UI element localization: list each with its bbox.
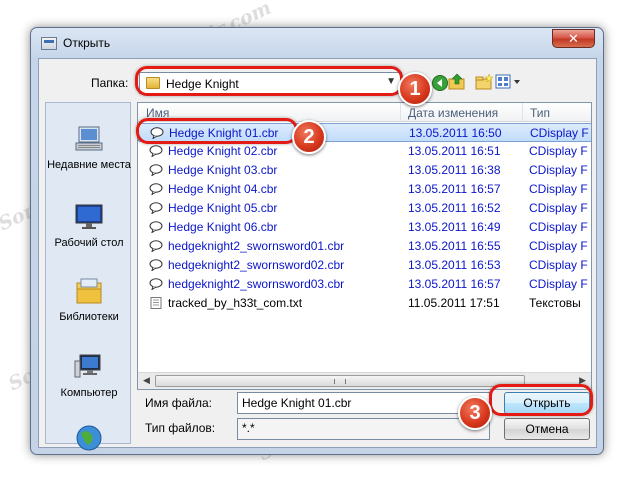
- dialog-title: Открыть: [63, 36, 111, 50]
- back-icon[interactable]: [431, 74, 449, 92]
- file-row[interactable]: hedgeknight2_swornsword03.cbr 13.05.2011 …: [138, 275, 591, 294]
- scroll-left-icon[interactable]: ◀: [143, 375, 150, 386]
- callout-badge-3: 3: [458, 396, 492, 430]
- file-date: 13.05.2011 16:49: [408, 220, 501, 234]
- filetype-value: *.*: [242, 421, 255, 435]
- callout-badge-2: 2: [292, 120, 326, 154]
- file-date: 13.05.2011 16:51: [408, 144, 501, 158]
- scrollbar-thumb[interactable]: [155, 375, 525, 387]
- file-date: 13.05.2011 16:50: [409, 126, 502, 140]
- column-header-date[interactable]: Дата изменения: [408, 106, 498, 120]
- new-folder-icon[interactable]: [475, 73, 493, 91]
- file-row[interactable]: tracked_by_h33t_com.txt 11.05.2011 17:51 Т…: [138, 294, 591, 313]
- places-bar: Недавние места Рабочий стол Библиотеки К…: [45, 102, 132, 451]
- callout-badge-1: 1: [398, 72, 432, 106]
- file-name: tracked_by_h33t_com.txt: [168, 296, 303, 310]
- folder-label: Папка:: [91, 76, 129, 90]
- network-icon: [76, 425, 102, 451]
- place-network[interactable]: [46, 423, 132, 458]
- comic-file-icon: [149, 183, 163, 195]
- view-menu-icon[interactable]: [495, 73, 523, 91]
- file-type: CDisplay F: [529, 220, 588, 234]
- comic-file-icon: [149, 259, 163, 271]
- place-label: Компьютер: [60, 387, 118, 399]
- close-button[interactable]: ✕: [552, 29, 595, 48]
- file-row[interactable]: Hedge Knight 03.cbr 13.05.2011 16:38 CDisp…: [138, 161, 591, 180]
- file-name: Hedge Knight 03.cbr: [168, 163, 278, 177]
- comic-file-icon: [149, 240, 163, 252]
- comic-file-icon: [149, 164, 163, 176]
- comic-file-icon: [149, 221, 163, 233]
- place-label: Недавние места: [47, 159, 131, 171]
- file-date: 13.05.2011 16:55: [408, 239, 501, 253]
- libraries-icon: [76, 278, 102, 304]
- place-desktop[interactable]: Рабочий стол: [46, 201, 132, 250]
- file-type: CDisplay F: [529, 144, 588, 158]
- title-bar[interactable]: Открыть ✕: [31, 28, 603, 58]
- file-type: CDisplay F: [530, 126, 589, 140]
- file-name: Hedge Knight 06.cbr: [168, 220, 278, 234]
- desktop-icon: [75, 204, 103, 229]
- file-row[interactable]: hedgeknight2_swornsword01.cbr 13.05.2011 …: [138, 237, 591, 256]
- filetype-label: Тип файлов:: [145, 421, 216, 435]
- file-type: CDisplay F: [529, 163, 588, 177]
- file-name: hedgeknight2_swornsword02.cbr: [168, 258, 345, 272]
- place-recent[interactable]: Недавние места: [46, 123, 132, 172]
- file-row[interactable]: Hedge Knight 04.cbr 13.05.2011 16:57 CDisp…: [138, 180, 591, 199]
- file-date: 13.05.2011 16:57: [408, 277, 501, 291]
- file-date: 13.05.2011 16:57: [408, 182, 501, 196]
- highlight-file: [136, 118, 298, 144]
- place-label: Рабочий стол: [54, 237, 124, 249]
- up-folder-icon[interactable]: [448, 73, 466, 91]
- comic-file-icon: [149, 202, 163, 214]
- file-name: Hedge Knight 05.cbr: [168, 201, 278, 215]
- file-name: Hedge Knight 02.cbr: [168, 144, 278, 158]
- file-row[interactable]: Hedge Knight 02.cbr 13.05.2011 16:51 CDisp…: [138, 142, 591, 161]
- file-row[interactable]: hedgeknight2_swornsword02.cbr 13.05.2011 …: [138, 256, 591, 275]
- column-header-type[interactable]: Тип: [530, 106, 550, 120]
- place-label: Библиотеки: [59, 311, 119, 323]
- file-row[interactable]: Hedge Knight 05.cbr 13.05.2011 16:52 CDisp…: [138, 199, 591, 218]
- file-type: CDisplay F: [529, 239, 588, 253]
- file-date: 13.05.2011 16:53: [408, 258, 501, 272]
- file-name: hedgeknight2_swornsword01.cbr: [168, 239, 345, 253]
- file-name: Hedge Knight 04.cbr: [168, 182, 278, 196]
- comic-file-icon: [149, 145, 163, 157]
- recent-places-icon: [75, 126, 103, 151]
- highlight-folder: [135, 66, 403, 96]
- cancel-button[interactable]: Отмена: [504, 418, 590, 440]
- file-type: Текстовы: [529, 296, 581, 310]
- comic-file-icon: [149, 278, 163, 290]
- file-date: 11.05.2011 17:51: [408, 296, 500, 310]
- file-type: CDisplay F: [529, 277, 588, 291]
- filename-input[interactable]: Hedge Knight 01.cbr: [237, 392, 490, 414]
- file-name: hedgeknight2_swornsword03.cbr: [168, 277, 345, 291]
- dialog-icon: [41, 37, 57, 50]
- filename-label: Имя файла:: [145, 396, 212, 410]
- file-list[interactable]: Имя Дата изменения Тип Hedge Knight 01.c…: [137, 102, 592, 390]
- file-type: CDisplay F: [529, 201, 588, 215]
- filename-value: Hedge Knight 01.cbr: [242, 396, 352, 410]
- text-file-icon: [150, 297, 162, 309]
- file-row[interactable]: Hedge Knight 06.cbr 13.05.2011 16:49 CDisp…: [138, 218, 591, 237]
- file-date: 13.05.2011 16:38: [408, 163, 501, 177]
- computer-icon: [74, 354, 101, 378]
- file-type: CDisplay F: [529, 182, 588, 196]
- highlight-open-button: [489, 384, 593, 416]
- filetype-dropdown[interactable]: *.*: [237, 418, 490, 440]
- file-date: 13.05.2011 16:52: [408, 201, 501, 215]
- place-computer[interactable]: Компьютер: [46, 351, 132, 400]
- file-type: CDisplay F: [529, 258, 588, 272]
- place-libraries[interactable]: Библиотеки: [46, 275, 132, 324]
